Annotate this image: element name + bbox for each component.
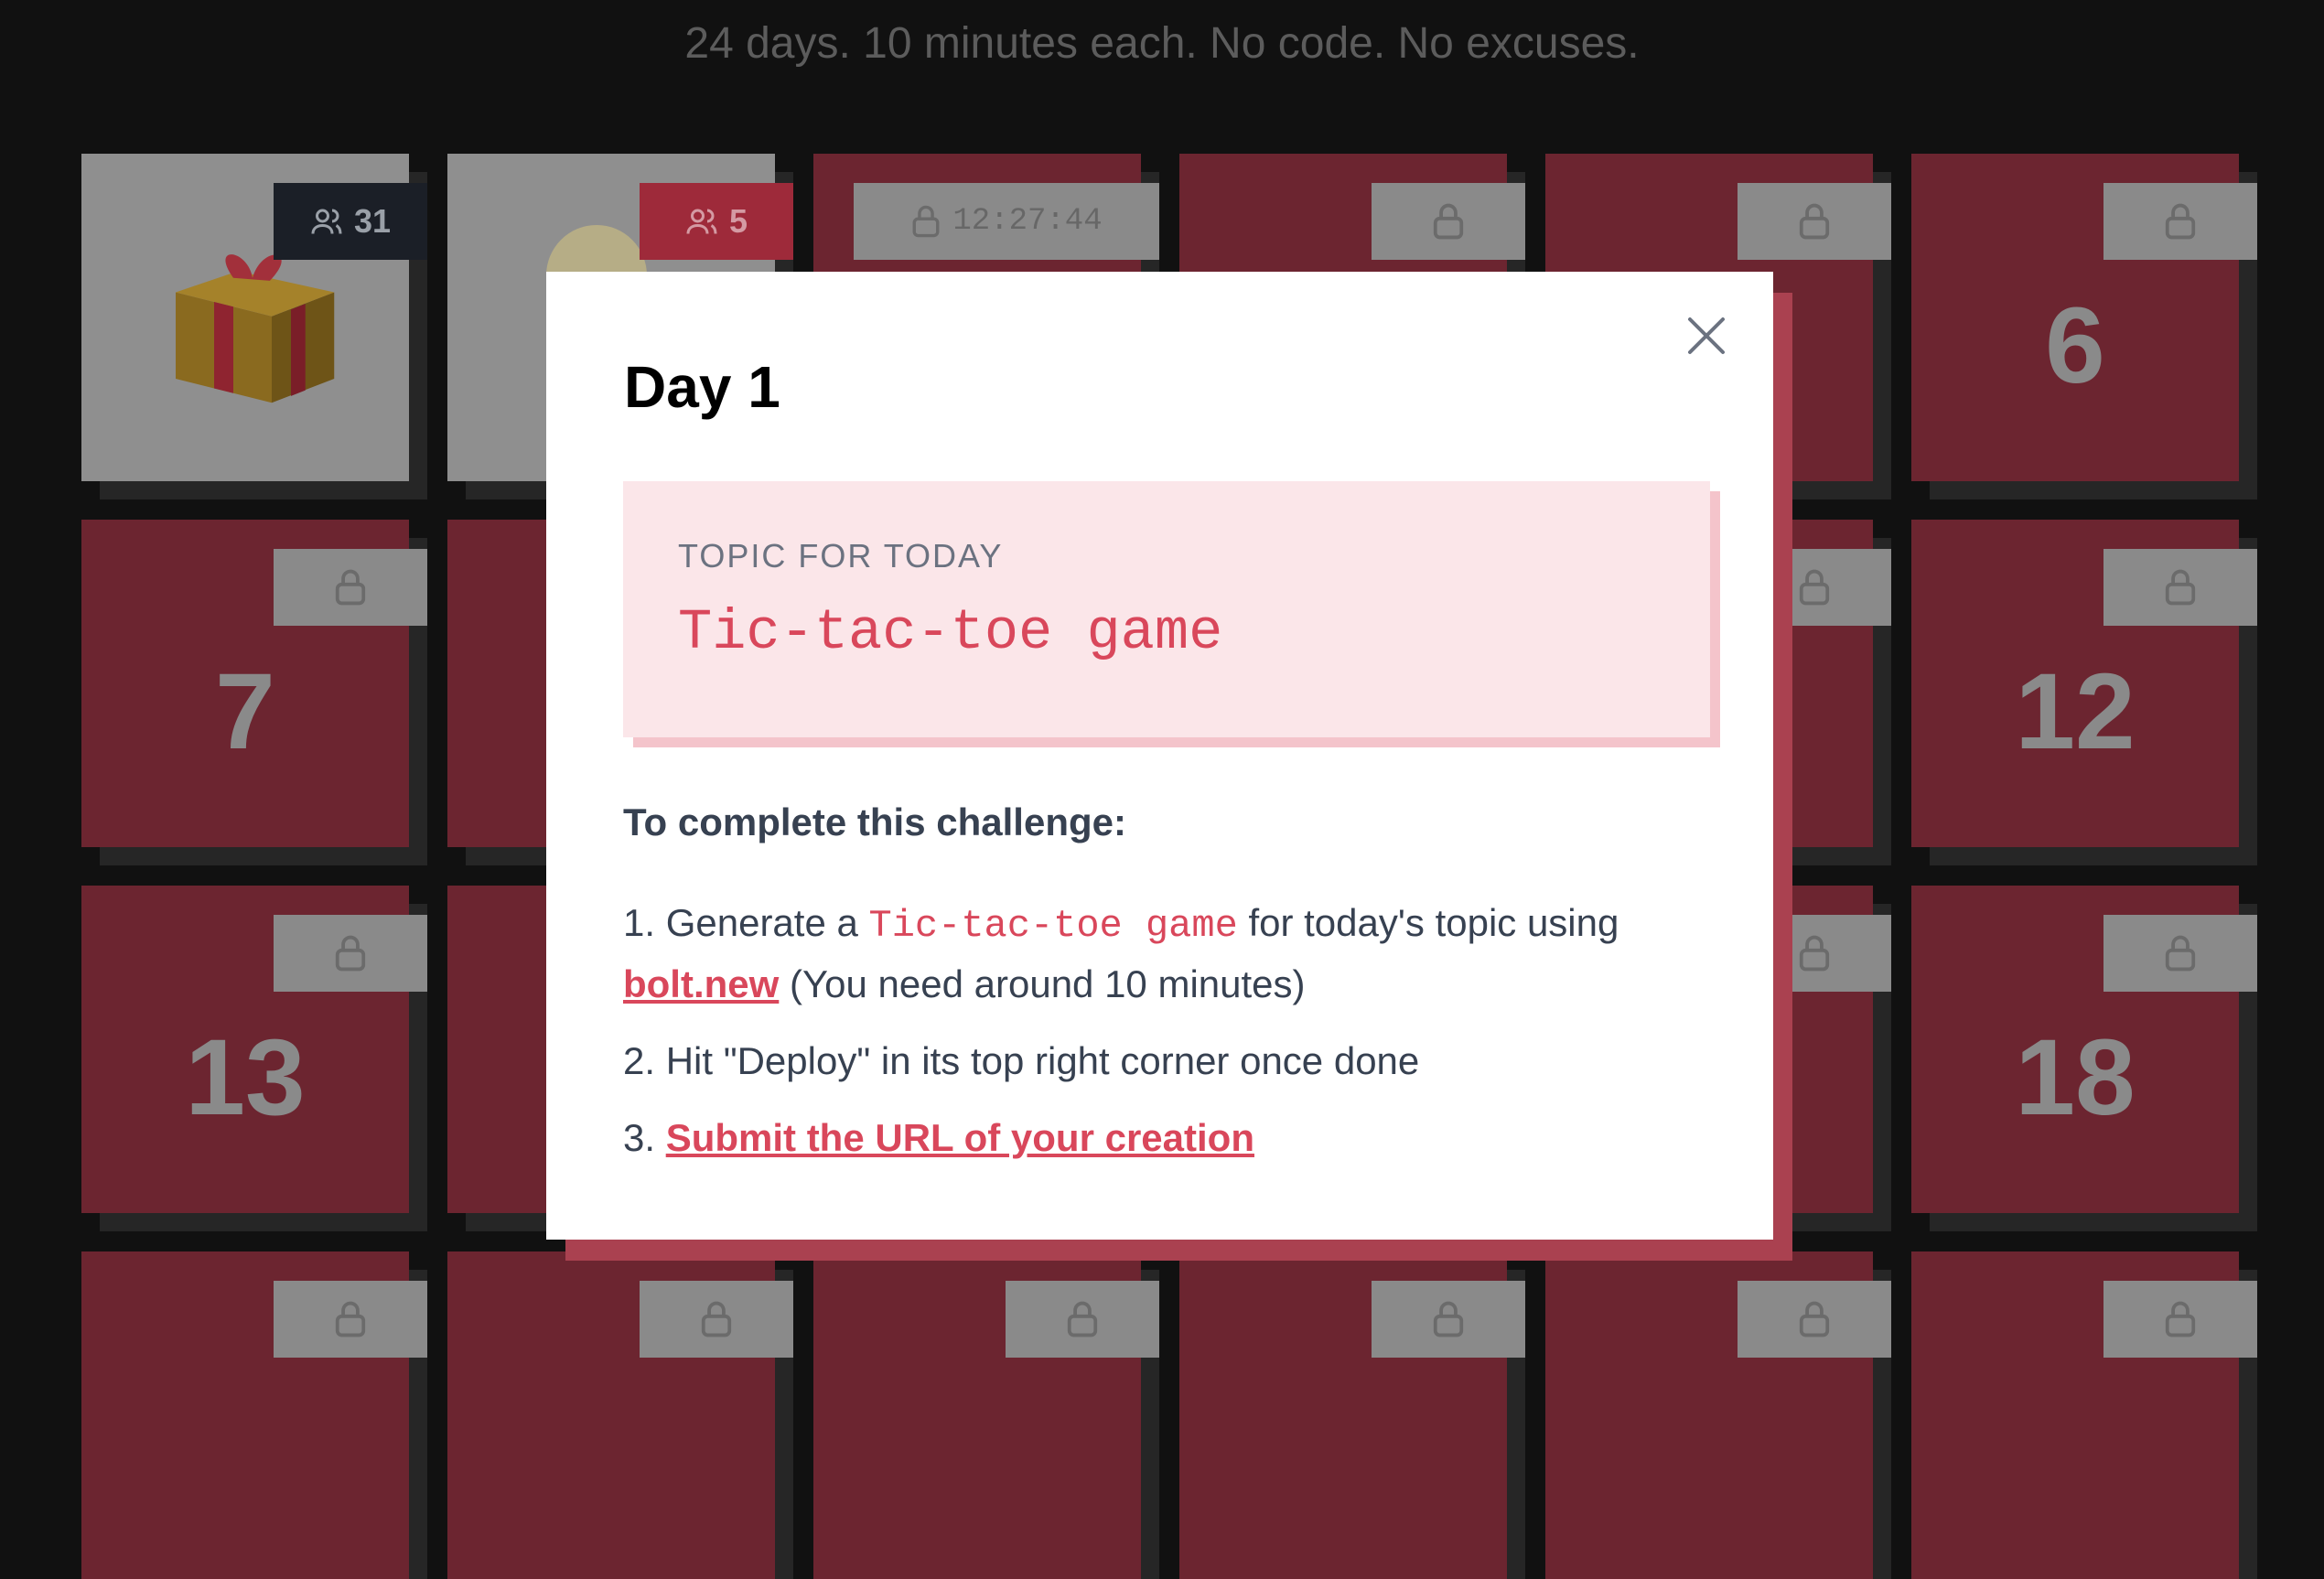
close-icon <box>1688 317 1725 354</box>
bolt-new-link[interactable]: bolt.new <box>623 962 779 1005</box>
modal-title: Day 1 <box>624 354 780 420</box>
instructions-title: To complete this challenge: <box>623 800 1126 843</box>
step-1-suffix: (You need around 10 minutes) <box>779 962 1306 1005</box>
submit-url-link[interactable]: Submit the URL of your creation <box>666 1116 1254 1159</box>
step-1-prefix: 1. Generate a <box>623 901 869 944</box>
topic-label: TOPIC FOR TODAY <box>678 537 1004 575</box>
topic-card: TOPIC FOR TODAY Tic-tac-toe game <box>623 481 1710 737</box>
step-3-prefix: 3. <box>623 1116 666 1159</box>
steps-list: 1. Generate a Tic-tac-toe game for today… <box>623 894 1721 1186</box>
day-modal: Day 1 TOPIC FOR TODAY Tic-tac-toe game T… <box>546 272 1773 1240</box>
step-3: 3. Submit the URL of your creation <box>623 1109 1721 1167</box>
step-1: 1. Generate a Tic-tac-toe game for today… <box>623 894 1721 1014</box>
step-1-middle: for today's topic using <box>1237 901 1619 944</box>
step-2: 2. Hit "Deploy" in its top right corner … <box>623 1039 1420 1082</box>
topic-value: Tic-tac-toe game <box>678 600 1223 665</box>
close-button[interactable] <box>1684 314 1728 358</box>
step-1-topic: Tic-tac-toe game <box>868 904 1238 948</box>
